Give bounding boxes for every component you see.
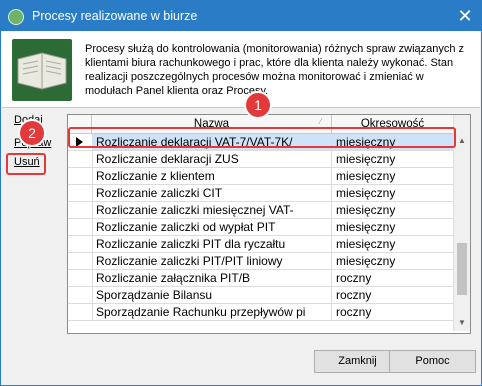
annotation-badge-2: 2	[20, 121, 44, 145]
table-row[interactable]: Rozliczanie deklaracji ZUS miesięczny	[68, 151, 454, 168]
cell-name: Rozliczanie zaliczki od wypłat PIT	[92, 219, 332, 235]
table-row[interactable]: Rozliczanie z klientem miesięczny	[68, 168, 454, 185]
row-indicator	[68, 304, 93, 320]
annotation-badge-1: 1	[246, 93, 270, 117]
cell-period: miesięczny	[332, 219, 454, 235]
table-row[interactable]: Sporządzanie Rachunku przepływów pi roczn…	[68, 304, 454, 321]
scroll-up-icon[interactable]: ▲	[454, 133, 470, 149]
cell-period: miesięczny	[332, 168, 454, 184]
cell-period: miesięczny	[332, 185, 454, 201]
help-button[interactable]: Pomoc	[389, 350, 476, 373]
scroll-thumb[interactable]	[457, 243, 467, 295]
row-indicator	[68, 185, 93, 201]
close-icon[interactable]: ✕	[455, 6, 475, 26]
row-indicator	[68, 168, 93, 184]
close-button[interactable]: Zamknij	[314, 350, 401, 373]
row-indicator	[68, 236, 93, 252]
table-row[interactable]: Rozliczanie zaliczki PIT dla ryczałtu mie…	[68, 236, 454, 253]
table-row[interactable]: Rozliczanie zaliczki od wypłat PIT miesię…	[68, 219, 454, 236]
row-indicator	[68, 287, 93, 303]
cell-period: miesięczny	[332, 236, 454, 252]
title-bar: Procesy realizowane w biurze ✕	[1, 1, 481, 31]
annotation-highlight-delete	[6, 153, 46, 175]
row-indicator	[68, 253, 93, 269]
sort-icon: ⁄	[320, 117, 322, 126]
table-row[interactable]: Rozliczanie zaliczki CIT miesięczny	[68, 185, 454, 202]
description-text: Procesy służą do kontrolowania (monitoro…	[85, 43, 465, 97]
table-row[interactable]: Sporządzanie Bilansu roczny	[68, 287, 454, 304]
header-panel: Procesy służą do kontrolowania (monitoro…	[2, 31, 480, 107]
cell-name: Rozliczanie zaliczki PIT dla ryczałtu	[92, 236, 332, 252]
annotation-highlight-row	[68, 127, 456, 148]
cell-name: Rozliczanie z klientem	[92, 168, 332, 184]
dialog-window: Procesy realizowane w biurze ✕ Procesy s…	[0, 0, 482, 386]
scroll-down-icon[interactable]: ▼	[454, 315, 470, 331]
cell-name: Sporządzanie Rachunku przepływów pi	[92, 304, 332, 320]
cell-period: roczny	[332, 270, 454, 286]
cell-name: Rozliczanie zaliczki miesięcznej VAT-	[92, 202, 332, 218]
cell-period: miesięczny	[332, 151, 454, 167]
cell-name: Rozliczanie zaliczki PIT/PIT liniowy	[92, 253, 332, 269]
header-divider	[2, 107, 480, 108]
row-indicator	[68, 151, 93, 167]
cell-name: Sporządzanie Bilansu	[92, 287, 332, 303]
table-row[interactable]: Rozliczanie zaliczki miesięcznej VAT-mie…	[68, 202, 454, 219]
book-icon	[12, 39, 72, 101]
cell-period: miesięczny	[332, 202, 454, 218]
table-row[interactable]: Rozliczanie zaliczki PIT/PIT liniowy mies…	[68, 253, 454, 270]
vertical-scrollbar[interactable]: ▲ ▼	[453, 115, 470, 331]
table-row[interactable]: Rozliczanie załącznika PIT/B roczny	[68, 270, 454, 287]
cell-period: roczny	[332, 287, 454, 303]
row-indicator	[68, 219, 93, 235]
cell-name: Rozliczanie załącznika PIT/B	[92, 270, 332, 286]
cell-period: roczny	[332, 304, 454, 320]
row-indicator	[68, 202, 93, 218]
app-icon	[8, 9, 24, 25]
window-title: Procesy realizowane w biurze	[32, 9, 198, 23]
cell-period: miesięczny	[332, 253, 454, 269]
cell-name: Rozliczanie zaliczki CIT	[92, 185, 332, 201]
row-indicator	[68, 270, 93, 286]
cell-name: Rozliczanie deklaracji ZUS	[92, 151, 332, 167]
